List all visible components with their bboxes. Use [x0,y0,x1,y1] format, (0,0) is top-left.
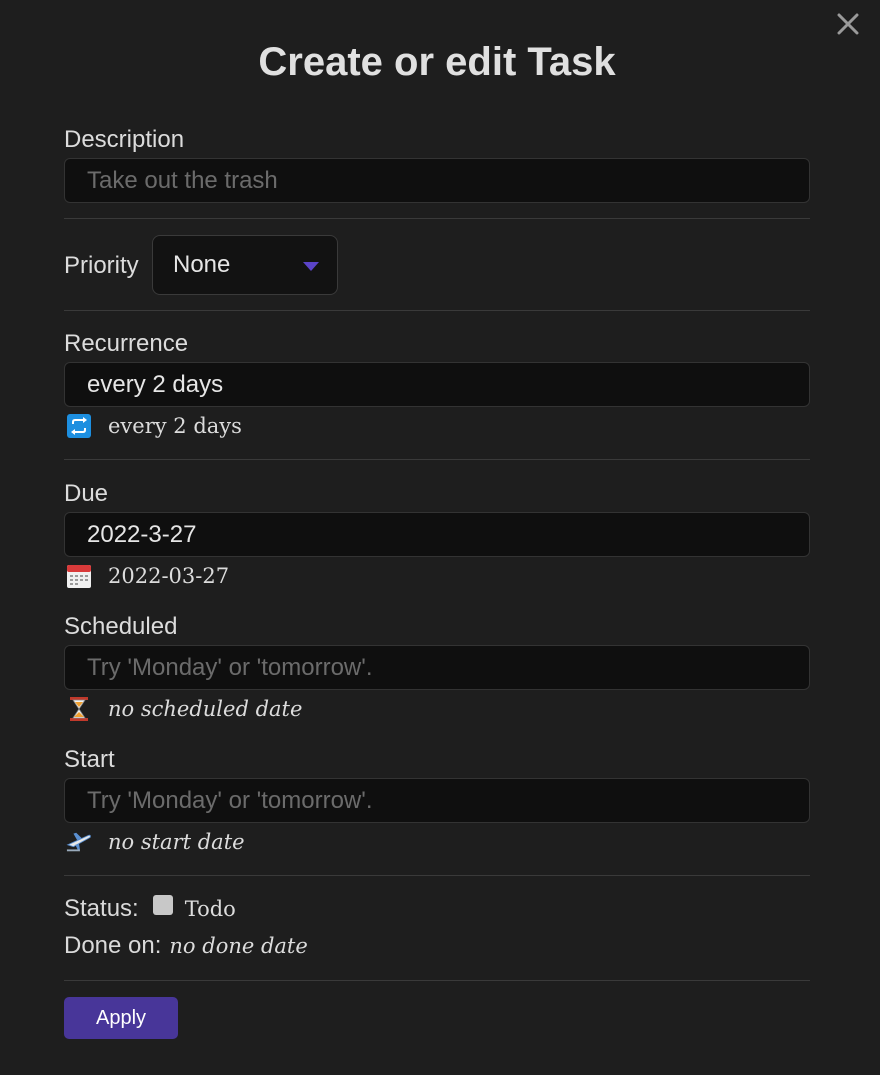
status-row: Status: Todo [64,895,236,923]
status-checkbox[interactable] [152,895,173,915]
done-on-value: no done date [169,934,308,958]
due-input[interactable] [64,512,810,557]
chevron-down-icon [303,262,319,271]
priority-select[interactable]: None [152,235,338,295]
priority-selected-value: None [173,251,231,278]
task-modal: Create or edit Task Description Priority… [0,0,880,1075]
due-label: Due [64,480,109,507]
apply-button[interactable]: Apply [64,997,178,1039]
close-button[interactable] [832,8,864,40]
recurrence-label: Recurrence [64,330,189,357]
recurrence-preview: every 2 days [66,411,242,441]
start-preview: no start date [66,827,245,857]
status-label: Status: [64,895,139,922]
priority-label: Priority [64,252,139,279]
due-preview-text: 2022-03-27 [108,564,230,588]
scheduled-preview-text: no scheduled date [108,697,303,721]
calendar-icon [67,565,91,588]
divider [64,875,810,876]
due-preview: 2022-03-27 [66,561,229,591]
done-on-row: Done on: no done date [64,932,308,960]
modal-title: Create or edit Task [258,40,616,84]
start-label: Start [64,746,115,773]
divider [64,218,810,219]
repeat-icon [67,414,91,438]
divider [64,459,810,460]
scheduled-label: Scheduled [64,613,178,640]
start-preview-text: no start date [108,830,245,854]
description-label: Description [64,126,185,153]
divider [64,980,810,981]
description-input[interactable] [64,158,810,203]
status-value: Todo [184,897,236,921]
recurrence-preview-text: every 2 days [108,414,242,438]
scheduled-input[interactable] [64,645,810,690]
close-icon [837,13,859,35]
scheduled-preview: no scheduled date [66,694,302,724]
recurrence-input[interactable] [64,362,810,407]
start-input[interactable] [64,778,810,823]
divider [64,310,810,311]
hourglass-icon [70,697,88,721]
airplane-departure-icon [66,832,91,852]
done-on-label: Done on: [64,932,162,959]
apply-button-label: Apply [95,1006,147,1029]
